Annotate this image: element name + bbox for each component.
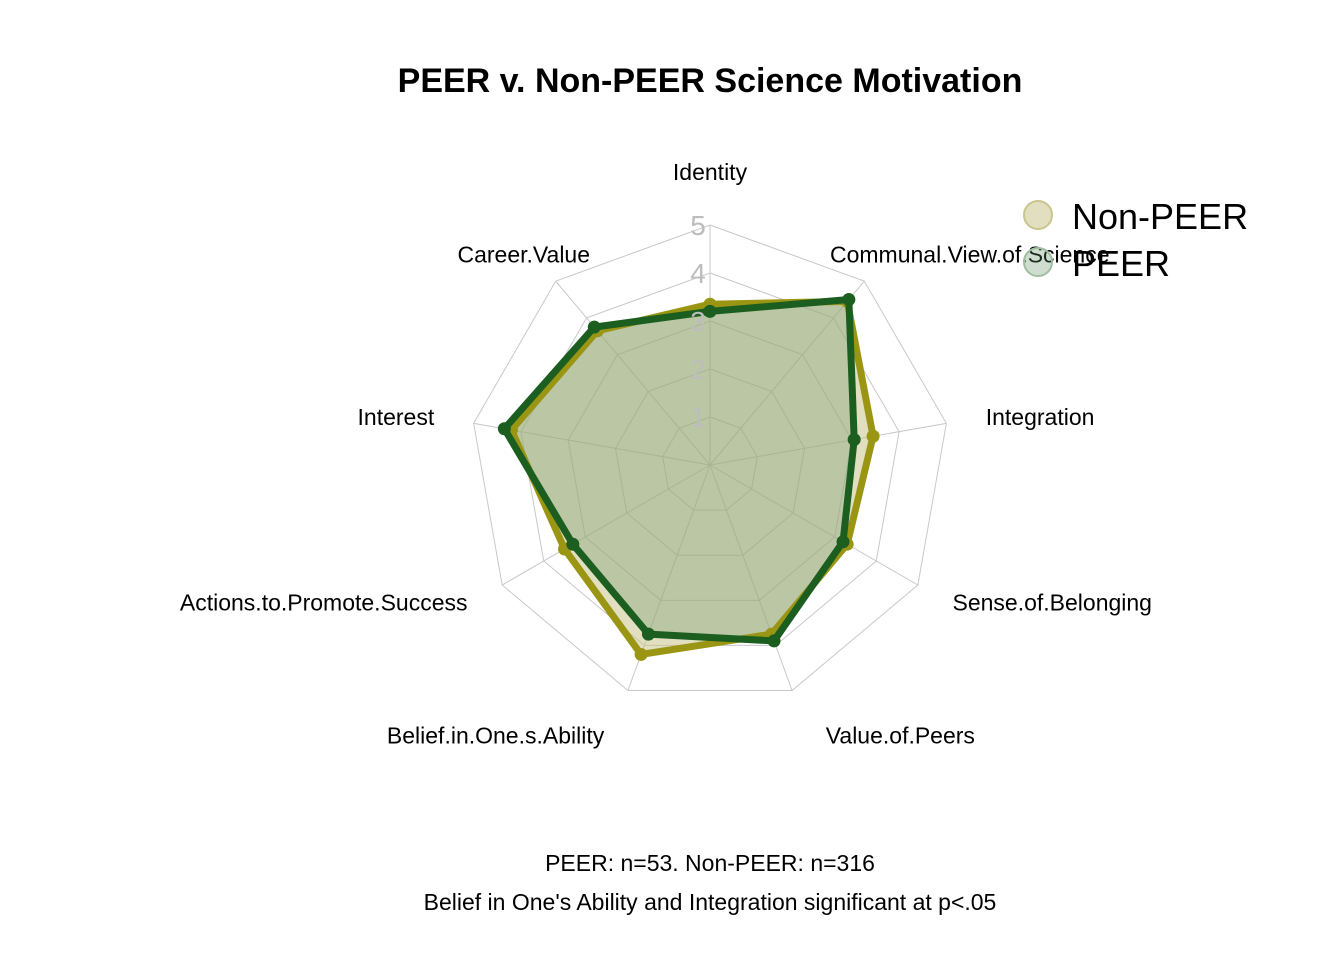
point-peer-career-value — [587, 320, 601, 334]
axis-label-actions-to-promote-success: Actions.to.Promote.Success — [180, 590, 468, 616]
tick-label-4: 4 — [690, 258, 706, 289]
point-peer-actions-to-promote-success — [566, 537, 580, 551]
point-peer-sense-of-belonging — [836, 535, 850, 549]
point-peer-interest — [497, 422, 511, 436]
legend-swatch-peer — [1023, 247, 1053, 277]
legend-label-peer: PEER — [1072, 243, 1170, 284]
axis-label-value-of-peers: Value.of.Peers — [826, 722, 975, 748]
point-non-peer-belief-in-one-s-ability — [634, 647, 648, 661]
axis-label-communal-view-of-science: Communal.View.of.Science — [830, 241, 1110, 267]
axis-label-belief-in-one-s-ability: Belief.in.One.s.Ability — [387, 722, 605, 748]
axis-label-sense-of-belonging: Sense.of.Belonging — [952, 590, 1151, 616]
caption-significance: Belief in One's Ability and Integration … — [424, 889, 997, 915]
legend: Non-PEER PEER — [1023, 196, 1248, 284]
axis-label-identity: Identity — [673, 159, 748, 185]
tick-label-2: 2 — [690, 354, 706, 385]
radar-chart: PEER v. Non-PEER Science Motivation 1 2 3 4… — [180, 62, 1248, 915]
chart-title: PEER v. Non-PEER Science Motivation — [398, 62, 1023, 100]
caption-sample-size: PEER: n=53. Non-PEER: n=316 — [545, 850, 875, 876]
legend-label-non-peer: Non-PEER — [1072, 196, 1248, 237]
axis-label-career-value: Career.Value — [457, 241, 590, 267]
tick-label-1: 1 — [690, 402, 706, 433]
point-peer-communal-view-of-science — [842, 293, 856, 307]
point-peer-integration — [847, 433, 861, 447]
point-peer-value-of-peers — [767, 634, 781, 648]
legend-swatch-non-peer — [1023, 200, 1053, 230]
point-peer-belief-in-one-s-ability — [641, 627, 655, 641]
tick-label-3: 3 — [690, 306, 706, 337]
axis-label-integration: Integration — [986, 404, 1095, 430]
tick-label-5: 5 — [690, 210, 706, 241]
axis-label-interest: Interest — [358, 404, 435, 430]
series-area-peer — [504, 299, 855, 641]
point-non-peer-integration — [866, 429, 880, 443]
